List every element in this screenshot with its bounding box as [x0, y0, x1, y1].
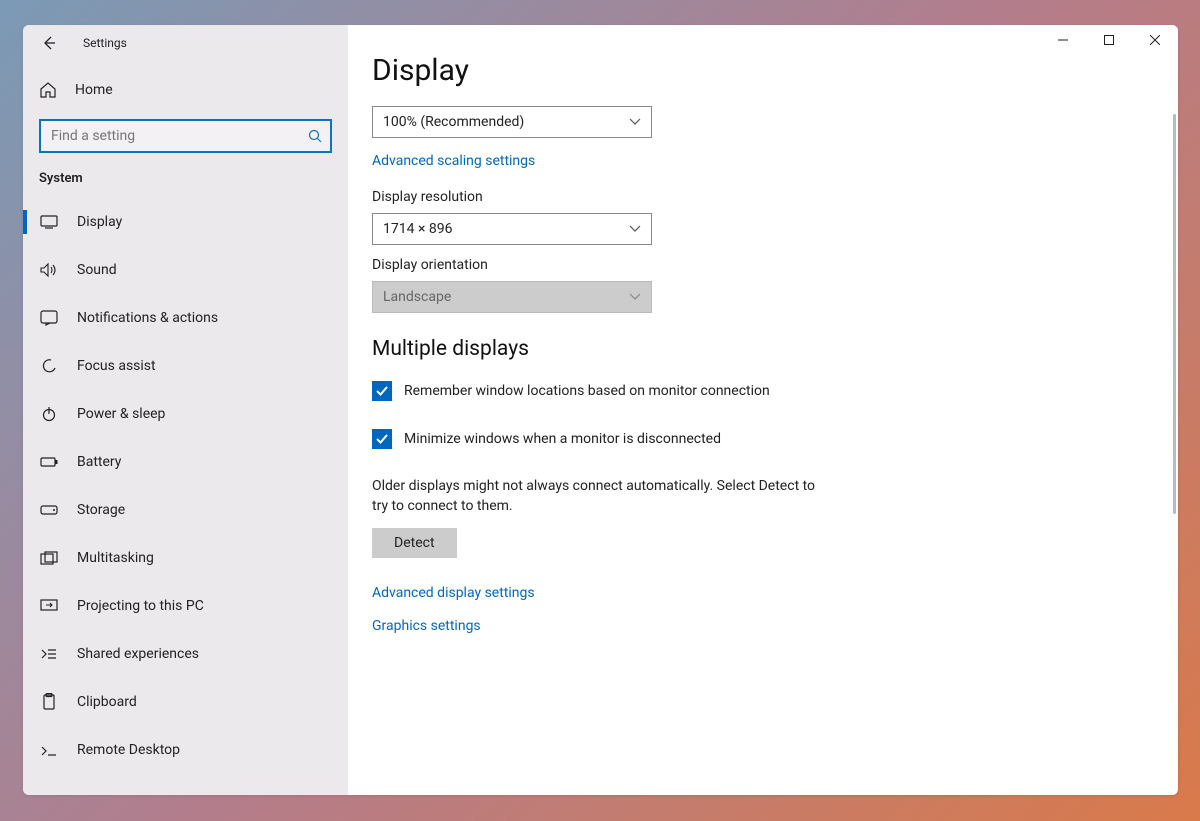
- back-button[interactable]: [41, 35, 57, 51]
- content-area: 100% (Recommended) Advanced scaling sett…: [348, 106, 1178, 788]
- minimize-windows-checkbox-row[interactable]: Minimize windows when a monitor is disco…: [372, 429, 1154, 449]
- minimize-button[interactable]: [1040, 25, 1086, 55]
- checkbox-checked-icon: [372, 381, 392, 401]
- home-icon: [39, 81, 57, 99]
- sidebar-item-notifications[interactable]: Notifications & actions: [23, 294, 348, 342]
- resolution-value: 1714 × 896: [383, 221, 453, 237]
- scale-dropdown[interactable]: 100% (Recommended): [372, 106, 652, 138]
- remote-icon: [39, 743, 59, 757]
- sidebar-item-label: Power & sleep: [77, 406, 165, 422]
- advanced-scaling-link[interactable]: Advanced scaling settings: [372, 153, 535, 169]
- settings-window: Settings Home System Display Sound: [23, 25, 1178, 795]
- storage-icon: [39, 505, 59, 515]
- sidebar-item-label: Notifications & actions: [77, 310, 218, 326]
- sidebar-item-storage[interactable]: Storage: [23, 486, 348, 534]
- scale-value: 100% (Recommended): [383, 114, 524, 130]
- search-icon: [308, 129, 322, 143]
- sidebar-item-label: Storage: [77, 502, 125, 518]
- clipboard-icon: [39, 693, 59, 711]
- advanced-display-link[interactable]: Advanced display settings: [372, 585, 535, 601]
- chevron-down-icon: [629, 118, 641, 126]
- orientation-value: Landscape: [383, 289, 451, 305]
- battery-icon: [39, 457, 59, 467]
- main-panel: Display 100% (Recommended) Advanced scal…: [348, 25, 1178, 795]
- resolution-dropdown[interactable]: 1714 × 896: [372, 213, 652, 245]
- resolution-label: Display resolution: [372, 189, 1154, 205]
- titlebar: Settings: [23, 25, 348, 61]
- sidebar-item-multitasking[interactable]: Multitasking: [23, 534, 348, 582]
- sidebar-item-label: Clipboard: [77, 694, 137, 710]
- multiple-displays-heading: Multiple displays: [372, 337, 1154, 361]
- sidebar-item-power[interactable]: Power & sleep: [23, 390, 348, 438]
- sidebar-item-battery[interactable]: Battery: [23, 438, 348, 486]
- sidebar-item-label: Projecting to this PC: [77, 598, 204, 614]
- sidebar-item-label: Sound: [77, 262, 117, 278]
- category-label: System: [23, 171, 348, 198]
- focus-icon: [39, 358, 59, 374]
- graphics-settings-link[interactable]: Graphics settings: [372, 618, 481, 634]
- sidebar: Settings Home System Display Sound: [23, 25, 348, 795]
- orientation-dropdown: Landscape: [372, 281, 652, 313]
- search-input[interactable]: [51, 128, 308, 144]
- window-controls: [1040, 25, 1178, 55]
- sidebar-item-label: Multitasking: [77, 550, 154, 566]
- close-button[interactable]: [1132, 25, 1178, 55]
- sidebar-item-label: Focus assist: [77, 358, 156, 374]
- shared-icon: [39, 647, 59, 661]
- page-title: Display: [348, 53, 1178, 106]
- chevron-down-icon: [629, 293, 641, 301]
- sidebar-item-label: Shared experiences: [77, 646, 199, 662]
- sidebar-item-clipboard[interactable]: Clipboard: [23, 678, 348, 726]
- sidebar-item-remote[interactable]: Remote Desktop: [23, 726, 348, 774]
- sidebar-item-label: Remote Desktop: [77, 742, 180, 758]
- sidebar-item-sound[interactable]: Sound: [23, 246, 348, 294]
- home-nav[interactable]: Home: [23, 61, 348, 113]
- notifications-icon: [39, 310, 59, 326]
- checkbox-checked-icon: [372, 429, 392, 449]
- sidebar-item-label: Battery: [77, 454, 121, 470]
- remember-windows-checkbox-row[interactable]: Remember window locations based on monit…: [372, 381, 1154, 401]
- sidebar-item-projecting[interactable]: Projecting to this PC: [23, 582, 348, 630]
- window-title: Settings: [83, 36, 127, 50]
- nav-list: Display Sound Notifications & actions Fo…: [23, 198, 348, 795]
- checkbox-label: Remember window locations based on monit…: [404, 383, 770, 399]
- display-icon: [39, 215, 59, 229]
- sidebar-item-shared[interactable]: Shared experiences: [23, 630, 348, 678]
- chevron-down-icon: [629, 225, 641, 233]
- sound-icon: [39, 262, 59, 278]
- checkbox-label: Minimize windows when a monitor is disco…: [404, 431, 721, 447]
- scrollbar[interactable]: [1173, 114, 1176, 514]
- multitasking-icon: [39, 551, 59, 565]
- power-icon: [39, 406, 59, 422]
- home-label: Home: [75, 82, 113, 98]
- sidebar-item-focus[interactable]: Focus assist: [23, 342, 348, 390]
- sidebar-item-label: Display: [77, 214, 122, 230]
- projecting-icon: [39, 599, 59, 613]
- detect-button[interactable]: Detect: [372, 528, 457, 558]
- orientation-label: Display orientation: [372, 257, 1154, 273]
- detect-help-text: Older displays might not always connect …: [372, 477, 832, 516]
- sidebar-item-display[interactable]: Display: [23, 198, 348, 246]
- maximize-button[interactable]: [1086, 25, 1132, 55]
- search-box[interactable]: [39, 119, 332, 153]
